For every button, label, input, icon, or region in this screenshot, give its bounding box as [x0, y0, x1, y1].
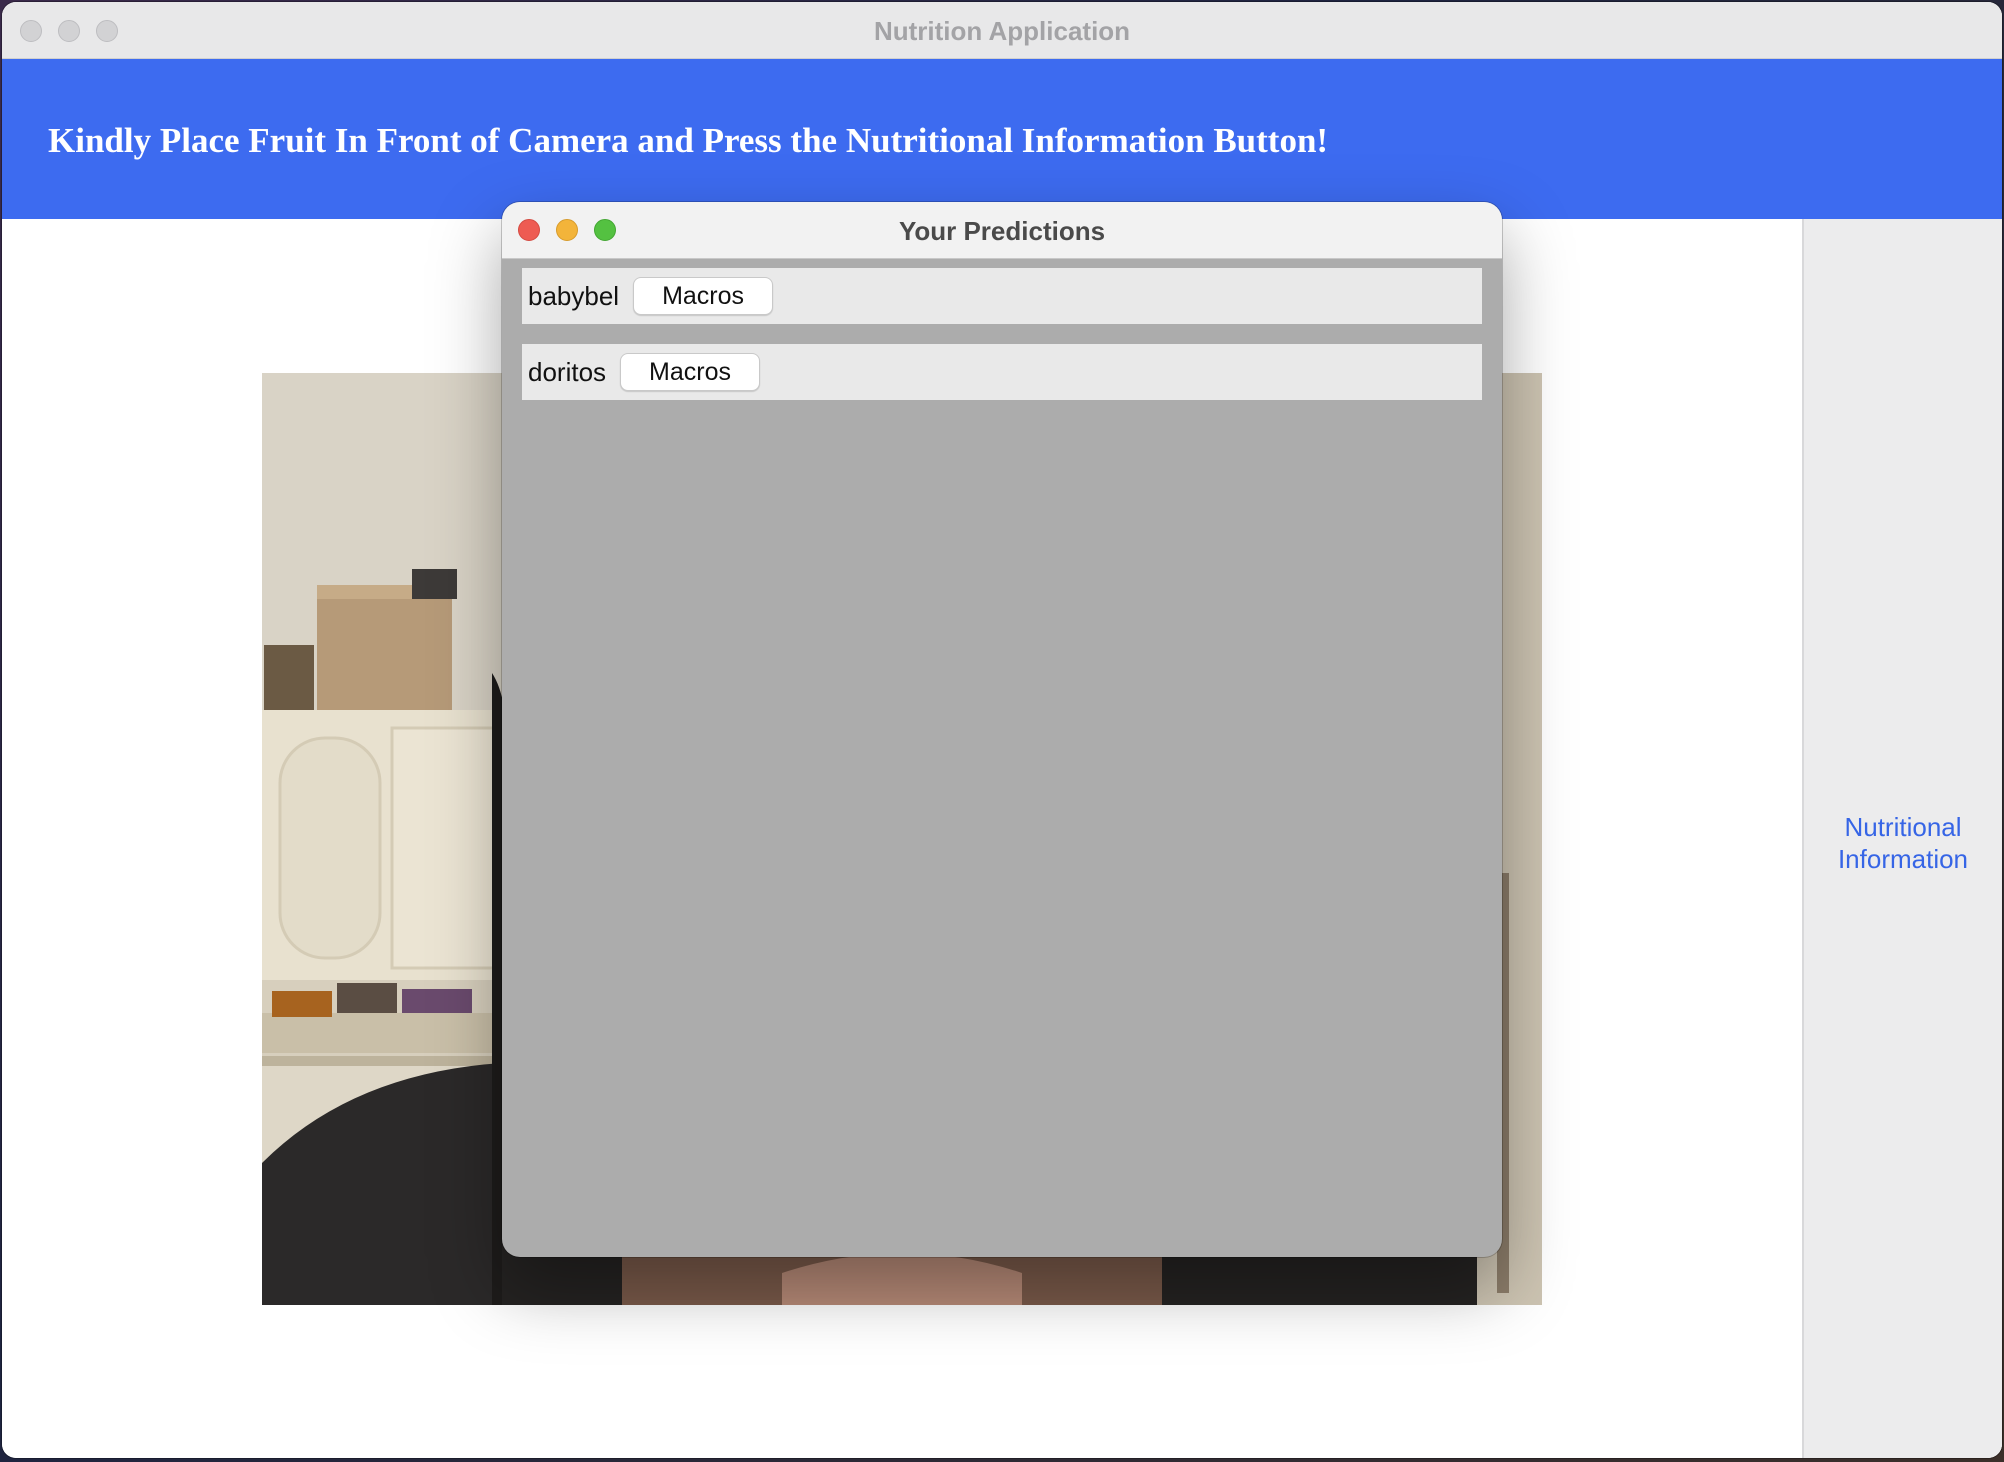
predictions-titlebar: Your Predictions — [502, 202, 1502, 259]
predictions-title: Your Predictions — [898, 216, 1106, 246]
banner-heading: Kindly Place Fruit In Front of Camera an… — [48, 121, 1329, 160]
side-panel: Nutritional Information — [1802, 219, 2002, 1458]
prediction-row-doritos: doritos Macros — [522, 344, 1482, 400]
predictions-window: Your Predictions babybel Macros doritos … — [502, 202, 1502, 1257]
nutritional-information-button[interactable]: Nutritional Information — [1804, 811, 2002, 875]
main-titlebar: Nutrition Application — [2, 2, 2002, 59]
predictions-list: babybel Macros doritos Macros — [522, 268, 1482, 420]
prediction-row-babybel: babybel Macros — [522, 268, 1482, 324]
macros-button-doritos[interactable]: Macros — [620, 353, 761, 391]
window-title: Nutrition Application — [873, 16, 1131, 46]
prediction-name: doritos — [528, 356, 607, 387]
prediction-name: babybel — [528, 280, 620, 311]
macros-button-babybel[interactable]: Macros — [633, 277, 774, 315]
instruction-banner: Kindly Place Fruit In Front of Camera an… — [2, 59, 2002, 219]
